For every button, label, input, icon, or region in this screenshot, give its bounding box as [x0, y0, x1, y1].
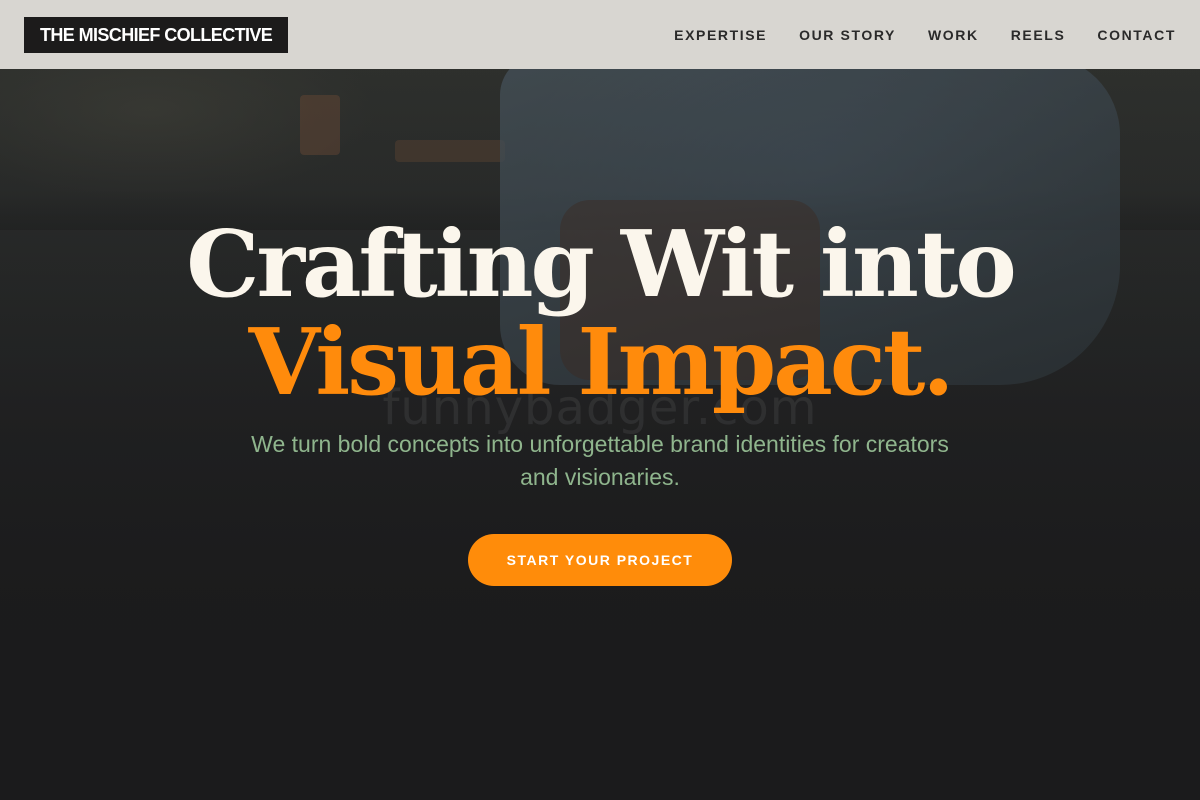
hero-title-line2: Visual Impact.	[248, 308, 955, 416]
nav-link-reels[interactable]: REELS	[1011, 27, 1066, 43]
main-nav: EXPERTISE OUR STORY WORK REELS CONTACT	[642, 27, 1176, 43]
hero-title-line1: Crafting Wit into	[186, 210, 1016, 318]
start-project-button[interactable]: START YOUR PROJECT	[468, 534, 732, 586]
nav-link-contact[interactable]: CONTACT	[1097, 27, 1176, 43]
background-distant-building	[300, 95, 340, 155]
background-distant-building	[395, 140, 505, 162]
nav-link-our-story[interactable]: OUR STORY	[799, 27, 896, 43]
hero-subtitle: We turn bold concepts into unforgettable…	[251, 431, 949, 490]
site-header: THE MISCHIEF COLLECTIVE EXPERTISE OUR ST…	[0, 0, 1200, 69]
nav-link-expertise[interactable]: EXPERTISE	[674, 27, 767, 43]
page: funnybadger.com THE MISCHIEF COLLECTIVE …	[0, 0, 1200, 800]
nav-link-work[interactable]: WORK	[928, 27, 979, 43]
hero-title: Crafting Wit into Visual Impact.	[0, 215, 1200, 411]
site-logo[interactable]: THE MISCHIEF COLLECTIVE	[24, 16, 289, 53]
